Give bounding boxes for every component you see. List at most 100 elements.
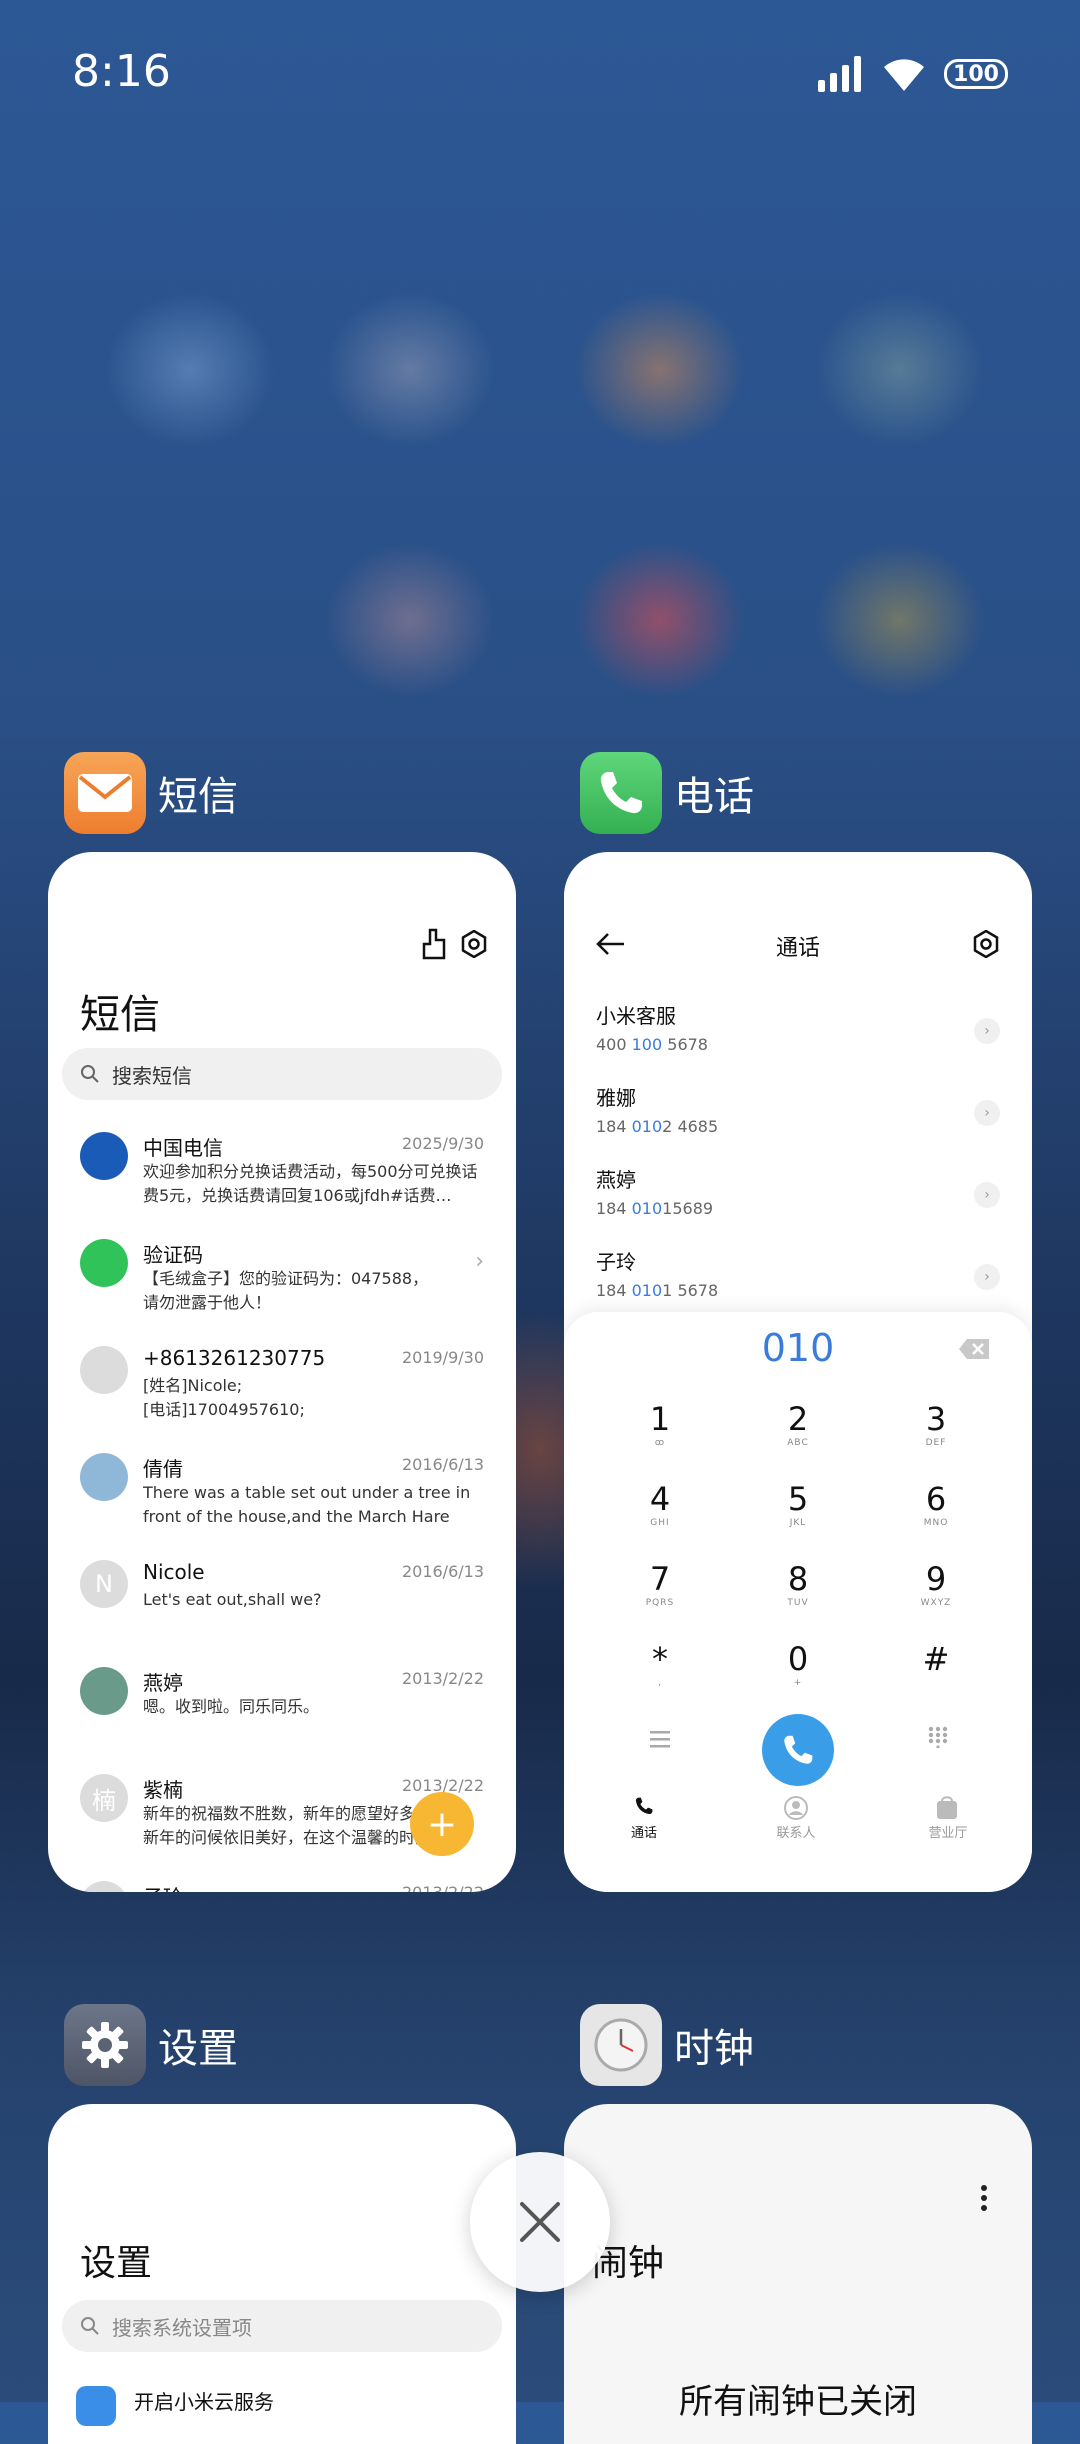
caller-number: 184 0102 4685 bbox=[596, 1117, 1000, 1136]
dial-key[interactable]: 8 TUV bbox=[748, 1560, 848, 1608]
settings-gear-icon[interactable] bbox=[972, 930, 1000, 958]
sms-sender: 中国电信 bbox=[143, 1136, 223, 1160]
sms-sender: 紫楠 bbox=[143, 1778, 183, 1802]
dial-key-letters: WXYZ bbox=[920, 1598, 952, 1608]
clock-app-name: 时钟 bbox=[674, 2026, 754, 2072]
settings-app-header[interactable]: 设置 bbox=[64, 2004, 238, 2086]
settings-app-icon[interactable] bbox=[64, 2004, 146, 2086]
dial-key[interactable]: 0 + bbox=[748, 1640, 848, 1688]
dial-key-digit: # bbox=[922, 1640, 950, 1678]
sms-app-header[interactable]: 短信 bbox=[64, 752, 238, 834]
call-button[interactable] bbox=[762, 1714, 834, 1786]
number-part-hl: 010 bbox=[631, 1117, 663, 1136]
chevron-right-icon[interactable]: › bbox=[974, 1018, 1000, 1044]
dial-key-digit: 8 bbox=[787, 1560, 809, 1598]
clock-app-icon[interactable] bbox=[580, 2004, 662, 2086]
chevron-right-icon[interactable]: › bbox=[974, 1182, 1000, 1208]
sms-app-icon[interactable] bbox=[64, 752, 146, 834]
dial-key-digit: 0 bbox=[787, 1640, 809, 1678]
dial-key-letters: DEF bbox=[925, 1438, 947, 1448]
sms-app-name: 短信 bbox=[158, 774, 238, 820]
caller-name: 雅娜 bbox=[596, 1086, 636, 1110]
tab-service-hall[interactable]: 营业厅 bbox=[888, 1822, 1008, 1841]
phone-app-name: 电话 bbox=[674, 774, 754, 820]
tab-contacts[interactable]: 联系人 bbox=[736, 1822, 856, 1841]
dial-key-letters: ꝏ bbox=[654, 1438, 666, 1448]
gear-icon bbox=[82, 2022, 128, 2068]
keypad-toggle-icon[interactable] bbox=[928, 1726, 948, 1748]
contact-avatar: 楠 bbox=[80, 1774, 128, 1822]
sms-thread[interactable]: 玲子玲2013/2/2210分想念9别的你，8张照片7张是你，6只小狗5只像你，… bbox=[48, 1881, 516, 1892]
sms-thread[interactable]: 燕婷 2013/2/22 嗯。收到啦。同乐同乐。 bbox=[48, 1667, 516, 1773]
clean-brush-icon[interactable] bbox=[420, 928, 448, 960]
dial-key[interactable]: 1ꝏ bbox=[610, 1400, 710, 1448]
number-part-post: 5678 bbox=[662, 1035, 708, 1054]
close-icon bbox=[520, 2202, 560, 2242]
dial-key[interactable]: 9 WXYZ bbox=[886, 1560, 986, 1608]
dial-key[interactable]: 6 MNO bbox=[886, 1480, 986, 1528]
dial-key-digit: 4 bbox=[649, 1480, 671, 1518]
dial-key-letters: MNO bbox=[923, 1518, 949, 1528]
dial-key[interactable]: # bbox=[886, 1640, 986, 1678]
sms-thread[interactable]: 中国电信 2025/9/30 欢迎参加积分兑换话费活动，每500分可兑换话费5元，兑… bbox=[48, 1132, 516, 1238]
phone-card[interactable]: 通话 小米客服 400 100 5678 › 雅娜 184 0102 4685 › 燕婷 18… bbox=[564, 852, 1032, 1892]
status-time: 8:16 bbox=[72, 46, 171, 97]
sms-thread[interactable]: 倩倩 2016/6/13 There was a table set out und… bbox=[48, 1453, 516, 1559]
dial-key[interactable]: 4 GHI bbox=[610, 1480, 710, 1528]
dial-key[interactable]: 2 ABC bbox=[748, 1400, 848, 1448]
settings-search-input[interactable]: 搜索系统设置项 bbox=[62, 2300, 502, 2352]
sms-thread[interactable]: +8613261230775 2019/9/30 [姓名]Nicole; [电话]1… bbox=[48, 1346, 516, 1452]
sms-page-title: 短信 bbox=[80, 992, 160, 1038]
clear-all-button[interactable] bbox=[470, 2152, 610, 2292]
number-part-post: 2 4685 bbox=[662, 1117, 719, 1136]
menu-icon[interactable] bbox=[650, 1730, 670, 1748]
settings-page-title: 设置 bbox=[80, 2243, 153, 2284]
dial-key[interactable]: 7 PQRS bbox=[610, 1560, 710, 1608]
phone-handset-icon bbox=[784, 1735, 813, 1764]
number-part-post: 15689 bbox=[662, 1199, 714, 1218]
sms-search-input[interactable]: 搜索短信 bbox=[62, 1048, 502, 1100]
sms-preview: 【毛绒盒子】您的验证码为：047588， 请勿泄露于他人！ bbox=[143, 1269, 429, 1312]
chevron-right-icon[interactable]: › bbox=[974, 1100, 1000, 1126]
call-log-item[interactable]: 小米客服 400 100 5678 › bbox=[596, 1000, 1000, 1082]
dial-key[interactable]: 5 JKL bbox=[748, 1480, 848, 1528]
more-options-icon[interactable] bbox=[980, 2184, 988, 2212]
number-part-pre: 400 bbox=[596, 1035, 632, 1054]
contacts-tab-icon bbox=[784, 1796, 808, 1820]
dial-key-letters: GHI bbox=[650, 1518, 670, 1528]
dial-key[interactable]: *, bbox=[610, 1640, 710, 1688]
sms-thread[interactable]: 验证码 【毛绒盒子】您的验证码为：047588， 请勿泄露于他人！ › bbox=[48, 1239, 516, 1345]
call-tab-icon bbox=[635, 1797, 653, 1815]
dial-key-digit: 5 bbox=[787, 1480, 809, 1518]
dialpad: 010 1 ꝏ 2 ABC 3 DEF 4 GHI 5 JKL 6 MNO 7 PQRS 8 TUV 9 WXYZ… bbox=[564, 1312, 1032, 1892]
sms-thread[interactable]: N Nicole 2016/6/13 Let's eat out,shall we? bbox=[48, 1560, 516, 1666]
contact-avatar bbox=[80, 1239, 128, 1287]
call-log-item[interactable]: 燕婷 184 01015689 › bbox=[596, 1164, 1000, 1246]
settings-gear-icon[interactable] bbox=[460, 930, 488, 958]
call-log-item[interactable]: 雅娜 184 0102 4685 › bbox=[596, 1082, 1000, 1164]
phone-app-header[interactable]: 电话 bbox=[580, 752, 754, 834]
sms-sender: Nicole bbox=[143, 1560, 205, 1584]
sms-search-placeholder: 搜索短信 bbox=[112, 1063, 192, 1088]
battery-indicator: 100 bbox=[944, 59, 1008, 89]
cloud-service-item[interactable]: 开启小米云服务 bbox=[134, 2386, 274, 2415]
dial-key-letters: + bbox=[793, 1678, 803, 1688]
backspace-icon[interactable] bbox=[958, 1338, 990, 1360]
settings-card[interactable]: 设置 搜索系统设置项 开启小米云服务 bbox=[48, 2104, 516, 2444]
chevron-right-icon[interactable]: › bbox=[974, 1264, 1000, 1290]
tab-calls[interactable]: 通话 bbox=[584, 1822, 704, 1841]
number-part-pre: 184 bbox=[596, 1117, 632, 1136]
clock-app-header[interactable]: 时钟 bbox=[580, 2004, 754, 2086]
new-message-fab[interactable]: + bbox=[410, 1792, 474, 1856]
caller-number: 400 100 5678 bbox=[596, 1035, 1000, 1054]
search-icon bbox=[81, 2317, 99, 2335]
phone-app-icon[interactable] bbox=[580, 752, 662, 834]
wifi-icon bbox=[884, 59, 924, 91]
number-part-hl: 100 bbox=[631, 1035, 663, 1054]
clock-card[interactable]: 闹钟 所有闹钟已关闭 bbox=[564, 2104, 1032, 2444]
sms-preview: There was a table set out under a tree i… bbox=[143, 1483, 471, 1526]
dial-key-digit: 3 bbox=[925, 1400, 947, 1438]
caller-name: 子玲 bbox=[596, 1250, 636, 1274]
sms-card[interactable]: 短信 搜索短信 中国电信 2025/9/30 欢迎参加积分兑换话费活动，每500分可… bbox=[48, 852, 516, 1892]
dial-key[interactable]: 3 DEF bbox=[886, 1400, 986, 1448]
